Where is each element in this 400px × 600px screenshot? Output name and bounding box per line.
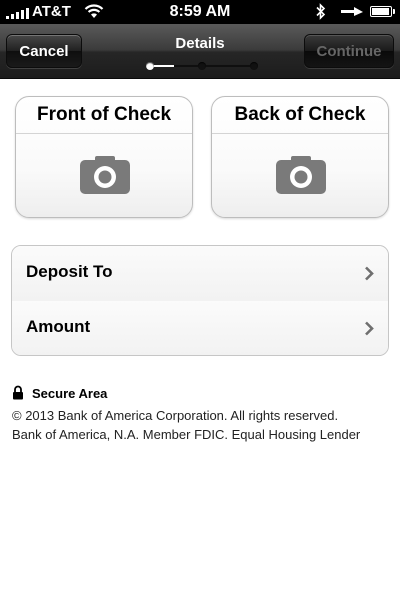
deposit-to-label: Deposit To [26,262,113,281]
back-of-check-button[interactable]: Back of Check [211,96,389,218]
card-divider [212,133,388,134]
camera-icon [276,156,326,194]
chevron-right-icon [365,321,374,336]
status-bar: AT&T 8:59 AM [0,0,400,24]
bluetooth-icon [316,3,326,20]
secure-area-label: Secure Area [32,386,108,401]
battery-icon [370,6,395,17]
copyright-text: © 2013 Bank of America Corporation. All … [12,408,339,423]
amount-label: Amount [26,317,91,336]
progress-step-2 [198,62,206,70]
front-of-check-label: Front of Check [36,104,172,125]
chevron-right-icon [365,266,374,281]
nav-bar: Cancel Details Continue [0,24,400,79]
continue-button[interactable]: Continue [304,34,394,68]
lock-icon [13,385,23,400]
deposit-to-row[interactable]: Deposit To [12,246,388,302]
charging-icon [341,7,363,16]
progress-step-1 [146,62,154,70]
amount-row[interactable]: Amount [12,301,388,355]
fdic-text: Bank of America, N.A. Member FDIC. Equal… [12,427,361,442]
progress-step-3 [250,62,258,70]
step-progress-indicator [146,62,258,70]
legal-text: © 2013 Bank of America Corporation. All … [12,406,360,444]
card-divider [16,133,192,134]
front-of-check-button[interactable]: Front of Check [15,96,193,218]
back-of-check-label: Back of Check [234,104,366,125]
camera-icon [80,156,130,194]
deposit-details-group: Deposit To Amount [11,245,389,356]
